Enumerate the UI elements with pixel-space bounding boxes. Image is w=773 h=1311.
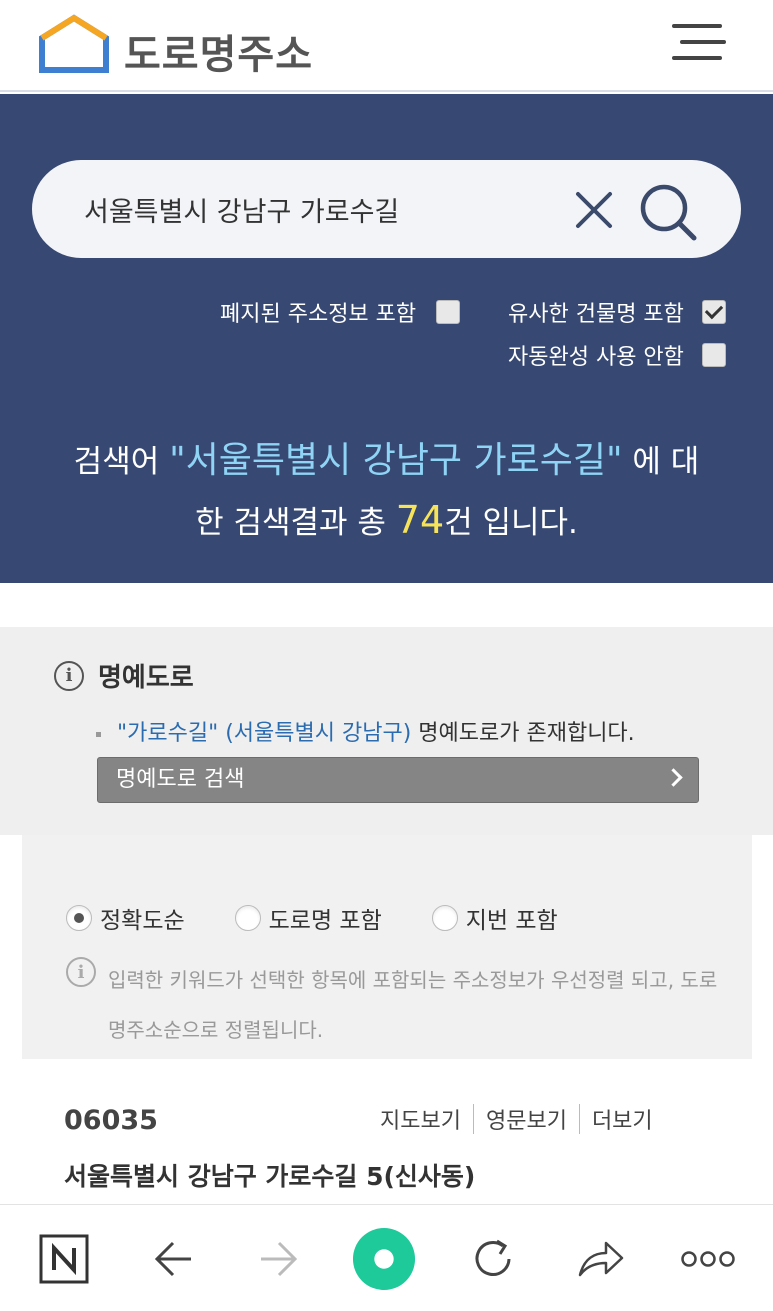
summary-prefix: 검색어	[73, 444, 160, 480]
search-input[interactable]	[84, 188, 564, 230]
radio-label: 정확도순	[100, 908, 185, 934]
sort-note: 입력한 키워드가 선택한 항목에 포함되는 주소정보가 우선정렬 되고, 도로명…	[108, 968, 718, 1042]
summary-line2-prefix: 한 검색결과 총	[195, 505, 386, 541]
radio-label: 도로명 포함	[268, 908, 382, 934]
home-logo-icon[interactable]	[38, 14, 110, 74]
option-deleted-address[interactable]: 폐지된 주소정보 포함	[220, 296, 461, 328]
honorary-title-text: 명예도로	[98, 663, 194, 693]
hamburger-menu-icon[interactable]	[668, 20, 726, 64]
green-home-icon[interactable]	[352, 1227, 416, 1291]
checkbox[interactable]	[701, 343, 726, 367]
summary-count: 74	[395, 498, 445, 542]
search-panel: 폐지된 주소정보 포함 유사한 건물명 포함 자동완성 사용 안함 검색어 "서…	[0, 94, 773, 583]
browser-bottom-bar	[0, 1204, 773, 1311]
chevron-right-icon	[664, 768, 683, 787]
radio-icon[interactable]	[431, 905, 458, 931]
result-summary: 검색어 "서울특별시 강남구 가로수길" 에 대 한 검색결과 총 74건 입니…	[0, 432, 773, 552]
option-label: 자동완성 사용 안함	[508, 345, 684, 370]
honorary-title: i 명예도로	[54, 657, 194, 694]
naver-n-icon[interactable]	[32, 1227, 96, 1291]
clear-icon[interactable]	[572, 188, 616, 232]
radio-icon[interactable]	[234, 905, 261, 931]
info-icon: i	[54, 660, 84, 691]
summary-mid: 에 대	[632, 444, 700, 480]
sort-radio-group: 정확도순 도로명 포함 지번 포함	[66, 901, 608, 935]
radio-lot-number[interactable]: 지번 포함	[431, 901, 558, 935]
share-icon[interactable]	[569, 1227, 633, 1291]
option-label: 유사한 건물명 포함	[508, 302, 684, 327]
honorary-search-button-label: 명예도로 검색	[116, 767, 245, 792]
search-box	[32, 160, 741, 258]
radio-accuracy[interactable]: 정확도순	[66, 901, 185, 935]
more-link[interactable]: 더보기	[584, 1103, 661, 1135]
forward-arrow-icon[interactable]	[247, 1227, 311, 1291]
divider	[472, 1104, 474, 1134]
checkbox[interactable]	[436, 300, 461, 324]
summary-suffix: 건 입니다.	[444, 505, 578, 541]
road-address[interactable]: 서울특별시 강남구 가로수길 5(신사동)	[64, 1157, 475, 1193]
search-icon[interactable]	[638, 182, 700, 244]
honorary-road-link[interactable]: "가로수길" (서울특별시 강남구)	[117, 721, 411, 746]
info-icon: i	[66, 957, 96, 987]
divider	[578, 1104, 580, 1134]
radio-label: 지번 포함	[465, 908, 558, 934]
bullet-icon	[96, 731, 101, 737]
sort-options-section: 정확도순 도로명 포함 지번 포함 i 입력한 키워드가 선택한 항목에 포함되…	[22, 835, 752, 1059]
more-dots-icon[interactable]	[676, 1227, 740, 1291]
site-header: 도로명주소	[0, 0, 773, 92]
option-similar-building[interactable]: 유사한 건물명 포함	[508, 296, 726, 328]
summary-keyword: "서울특별시 강남구 가로수길"	[169, 440, 623, 481]
option-disable-autocomplete[interactable]: 자동완성 사용 안함	[508, 339, 726, 371]
option-label: 폐지된 주소정보 포함	[220, 302, 417, 327]
map-view-link[interactable]: 지도보기	[372, 1103, 469, 1135]
radio-road-name[interactable]: 도로명 포함	[234, 901, 382, 935]
reload-icon[interactable]	[461, 1227, 525, 1291]
english-view-link[interactable]: 영문보기	[478, 1103, 575, 1135]
honorary-search-button[interactable]: 명예도로 검색	[97, 757, 699, 803]
zip-code: 06035	[64, 1105, 158, 1136]
honorary-road-section: i 명예도로 "가로수길" (서울특별시 강남구) 명예도로가 존재합니다. 명…	[0, 627, 773, 835]
checkbox-checked[interactable]	[701, 300, 726, 324]
result-item: 06035 지도보기 영문보기 더보기 서울특별시 강남구 가로수길 5(신사동…	[0, 1059, 773, 1204]
logo-text[interactable]: 도로명주소	[124, 22, 313, 80]
back-arrow-icon[interactable]	[141, 1227, 205, 1291]
radio-selected-icon[interactable]	[66, 905, 92, 931]
result-actions: 지도보기 영문보기 더보기	[372, 1103, 661, 1135]
honorary-notice: "가로수길" (서울특별시 강남구) 명예도로가 존재합니다.	[96, 715, 635, 747]
honorary-notice-text: 명예도로가 존재합니다.	[418, 721, 635, 746]
